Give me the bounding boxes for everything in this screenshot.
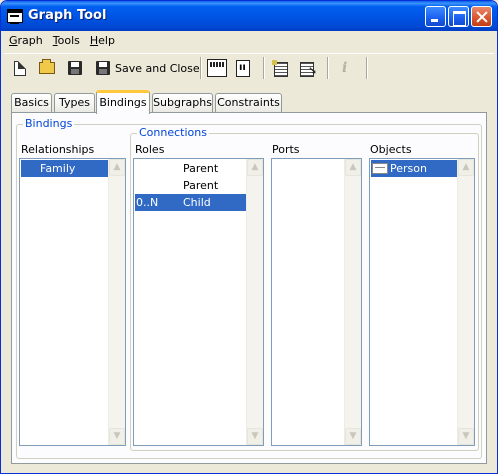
- roles-label: Roles: [135, 143, 165, 156]
- ports-scrollbar[interactable]: ▲ ▼: [344, 159, 361, 445]
- object-icon: [372, 162, 388, 174]
- list-item[interactable]: Family: [21, 160, 109, 177]
- save-close-icon: [96, 61, 110, 75]
- relationship-name: Family: [40, 162, 76, 175]
- rb-button[interactable]: [236, 58, 250, 78]
- connections-group-title: Connections: [137, 126, 209, 140]
- scroll-down-icon[interactable]: ▼: [247, 428, 263, 445]
- role-name: Parent: [183, 162, 219, 175]
- info-icon: i: [342, 60, 348, 76]
- save-and-close-button[interactable]: Save and Close: [96, 58, 200, 78]
- tab-bindings[interactable]: Bindings: [96, 90, 150, 114]
- toolbar-separator: [200, 57, 202, 79]
- menu-bar: Graph Tools Help: [4, 31, 494, 51]
- relationships-list[interactable]: Family ▲ ▼: [19, 158, 126, 446]
- list-button[interactable]: [272, 58, 288, 78]
- scroll-up-icon[interactable]: ▲: [345, 159, 361, 176]
- menu-help[interactable]: Help: [85, 31, 120, 51]
- maximize-button[interactable]: [448, 6, 469, 27]
- roles-list[interactable]: Parent Parent 0..N Child ▲ ▼: [133, 158, 264, 446]
- list-item[interactable]: Person: [371, 160, 458, 177]
- toolbar-separator: [263, 57, 265, 79]
- objects-label: Objects: [370, 143, 412, 156]
- bindings-group-title: Bindings: [23, 117, 75, 131]
- save-and-close-label: Save and Close: [115, 61, 200, 75]
- toolbar-separator: [366, 57, 368, 79]
- close-button[interactable]: [471, 6, 492, 27]
- menu-graph[interactable]: Graph: [4, 31, 48, 51]
- role-name: Child: [183, 196, 211, 209]
- merl-icon: [207, 59, 227, 77]
- tab-constraints[interactable]: Constraints: [215, 93, 282, 113]
- tab-subgraphs[interactable]: Subgraphs: [152, 93, 213, 113]
- scroll-down-icon[interactable]: ▼: [458, 428, 474, 445]
- app-window: Graph Tool Graph Tools Help Save and Clo…: [0, 0, 498, 474]
- merl-button[interactable]: [207, 58, 227, 78]
- open-folder-icon: [39, 59, 55, 74]
- tab-types[interactable]: Types: [54, 93, 95, 113]
- object-name: Person: [390, 162, 427, 175]
- toolbar-separator: [327, 57, 329, 79]
- select-button[interactable]: [300, 58, 317, 78]
- scroll-up-icon[interactable]: ▲: [109, 159, 125, 176]
- scroll-down-icon[interactable]: ▼: [109, 428, 125, 445]
- open-button[interactable]: [39, 58, 55, 78]
- list-item[interactable]: Parent: [135, 160, 247, 177]
- list-item[interactable]: Parent: [135, 177, 247, 194]
- ports-list[interactable]: ▲ ▼: [271, 158, 362, 446]
- relationships-label: Relationships: [21, 143, 95, 156]
- scroll-up-icon[interactable]: ▲: [458, 159, 474, 176]
- list-item[interactable]: 0..N Child: [135, 194, 247, 211]
- save-icon: [68, 61, 82, 75]
- select-icon: [300, 60, 317, 77]
- list-icon: [272, 60, 288, 77]
- menu-tools[interactable]: Tools: [48, 31, 85, 51]
- bindings-panel: Bindings Relationships Family ▲ ▼ Connec…: [11, 112, 487, 464]
- ports-label: Ports: [272, 143, 300, 156]
- window-title: Graph Tool: [28, 8, 107, 23]
- info-button[interactable]: i: [342, 58, 347, 78]
- objects-list[interactable]: Person ▲ ▼: [369, 158, 475, 446]
- new-button[interactable]: [14, 58, 26, 78]
- save-button[interactable]: [68, 58, 82, 78]
- app-icon: [7, 9, 23, 24]
- minimize-button[interactable]: [425, 6, 446, 27]
- tab-basics[interactable]: Basics: [11, 93, 52, 113]
- role-multiplicity: 0..N: [136, 196, 159, 209]
- relationships-scrollbar[interactable]: ▲ ▼: [108, 159, 125, 445]
- toolbar: Save and Close i: [4, 53, 494, 81]
- objects-scrollbar[interactable]: ▲ ▼: [457, 159, 474, 445]
- rb-icon: [236, 59, 250, 77]
- scroll-down-icon[interactable]: ▼: [345, 428, 361, 445]
- title-bar[interactable]: Graph Tool: [1, 1, 497, 31]
- new-file-icon: [14, 60, 26, 76]
- role-name: Parent: [183, 179, 219, 192]
- roles-scrollbar[interactable]: ▲ ▼: [246, 159, 263, 445]
- scroll-up-icon[interactable]: ▲: [247, 159, 263, 176]
